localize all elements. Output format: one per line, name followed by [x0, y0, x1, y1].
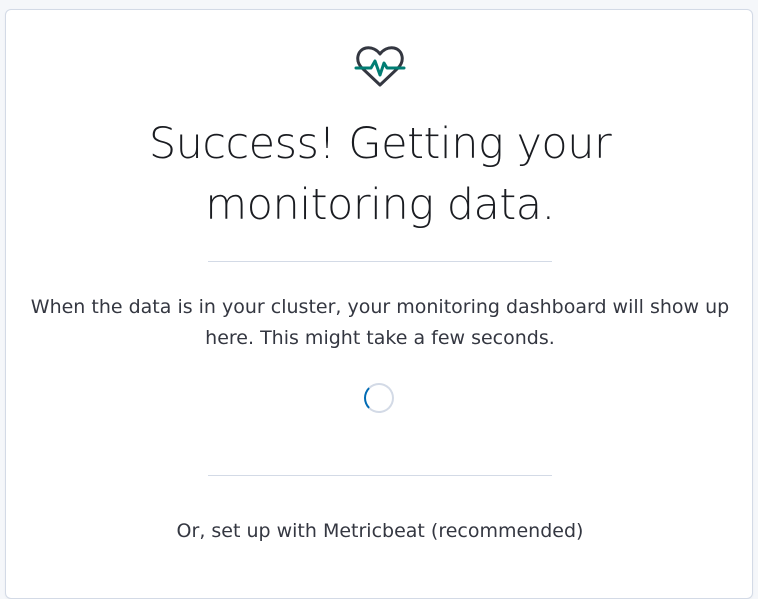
page-title: Success! Getting your monitoring data.: [148, 119, 612, 230]
status-description: When the data is in your cluster, your m…: [30, 296, 730, 349]
monitoring-setup-panel: Success! Getting your monitoring data. W…: [5, 9, 753, 599]
divider: [208, 261, 552, 262]
loading-spinner: [364, 383, 394, 413]
divider: [208, 475, 552, 476]
metricbeat-setup-link[interactable]: Or, set up with Metricbeat (recommended): [30, 518, 730, 544]
heartbeat-icon: [353, 40, 407, 94]
